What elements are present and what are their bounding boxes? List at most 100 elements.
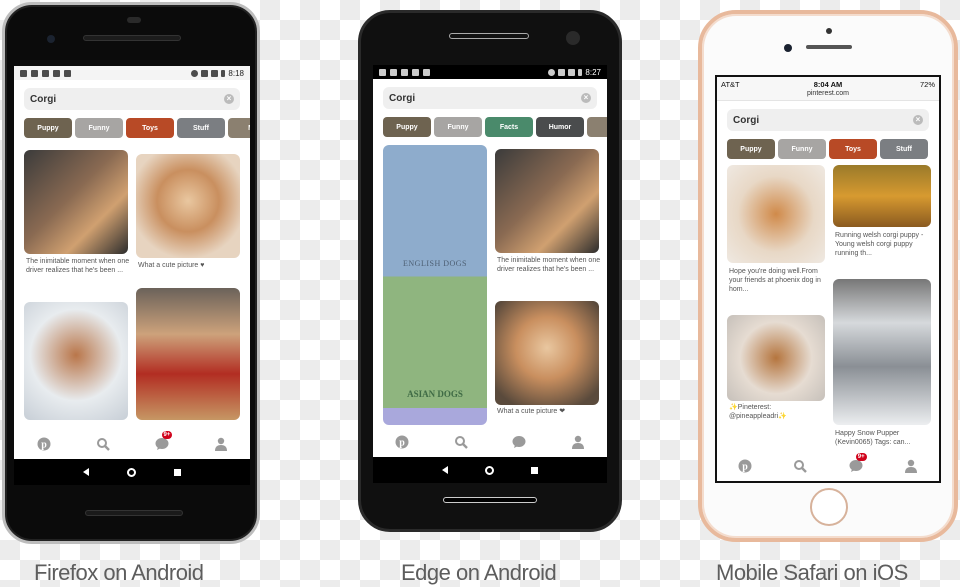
pin-caption: ✨Pineterest: @pineappleadri✨ [729,404,787,420]
notification-icon [53,69,60,77]
pin-image[interactable] [495,301,599,405]
profile-icon[interactable] [904,459,918,473]
search-query: Corgi [30,93,57,105]
status-bar: 8:18 [14,66,250,80]
dog-breeds-poster[interactable]: ENGLISH DOGS ASIAN DOGS [383,145,487,425]
search-query: Corgi [389,92,416,104]
chip-humor[interactable]: Humor [536,117,584,137]
battery-icon [221,69,226,77]
chip-more[interactable]: M [587,117,607,137]
chip-stuff[interactable]: Stuff [177,118,225,138]
notification-icon [423,68,430,76]
notification-icon [31,69,38,77]
chat-icon[interactable] [512,435,526,449]
search-icon[interactable] [454,435,468,449]
android-nav-bar [373,457,607,483]
home-icon[interactable] [484,465,494,475]
url-bar[interactable]: pinterest.com [717,90,939,97]
search-input[interactable]: Corgi × [727,109,929,131]
bottom-tab-bar: p 9+ [717,451,939,481]
android-phone-firefox: 8:18 Corgi × Puppy Funny Toys Stuff Mi T… [2,2,260,544]
notification-icon [379,68,386,76]
pin-image[interactable] [24,302,128,420]
chat-icon [155,438,168,450]
pinterest-home-icon[interactable]: p [395,435,409,449]
earpiece-speaker [449,33,529,39]
chip-funny[interactable]: Funny [75,118,123,138]
browser-screen: 8:27 Corgi × Puppy Funny Facts Humor M E… [373,65,607,457]
sensor [127,17,141,23]
notification-badge: 9+ [161,431,173,439]
pin-grid: ENGLISH DOGS ASIAN DOGS The inimitable m… [373,145,607,457]
android-nav-bar [14,459,250,485]
messages-tab[interactable]: 9+ [155,431,173,451]
profile-icon[interactable] [571,435,585,449]
chip-funny[interactable]: Funny [434,117,482,137]
home-icon[interactable] [127,467,136,477]
front-camera [47,35,55,43]
notification-badge: 9+ [855,453,867,461]
chip-puppy[interactable]: Puppy [383,117,431,137]
caption-firefox: Firefox on Android [34,560,204,585]
recents-icon[interactable] [174,468,181,476]
chip-funny[interactable]: Funny [778,139,826,159]
svg-text:p: p [742,462,748,473]
pin-image[interactable] [136,154,240,258]
recents-icon[interactable] [531,466,539,474]
search-input[interactable]: Corgi × [24,88,240,110]
pin-caption: What a cute picture ♥ [138,262,205,269]
signal-icon [211,69,219,77]
signal-icon [568,68,576,76]
search-icon[interactable] [96,437,110,451]
svg-text:p: p [399,438,405,449]
pin-image[interactable] [833,279,931,425]
notification-icon [20,69,27,77]
notification-icon [64,69,71,77]
clear-icon[interactable]: × [224,94,234,104]
browser-screen: 8:18 Corgi × Puppy Funny Toys Stuff Mi T… [14,66,250,459]
status-time: 8:27 [585,67,601,77]
pin-image[interactable] [727,165,825,263]
chip-toys[interactable]: Toys [829,139,877,159]
back-icon[interactable] [441,466,448,474]
clear-icon[interactable]: × [913,115,923,125]
poster-title: ENGLISH DOGS [403,259,467,268]
back-icon[interactable] [83,468,89,476]
search-icon[interactable] [793,459,808,473]
pin-caption: The inimitable moment when one driver re… [26,258,130,274]
notification-icon [401,68,408,76]
chip-toys[interactable]: Toys [126,118,174,138]
wifi-icon [558,68,566,76]
chip-more[interactable]: Mi [228,118,250,138]
chip-stuff[interactable]: Stuff [880,139,928,159]
status-time: 8:18 [228,68,244,78]
pin-image[interactable] [24,150,128,254]
guided-search-chips: Puppy Funny Toys Stuff Mi [24,118,250,138]
dnd-icon [548,68,556,76]
guided-search-chips: Puppy Funny Toys Stuff [727,139,939,159]
pin-image[interactable] [727,315,825,401]
chip-puppy[interactable]: Puppy [24,118,72,138]
battery-icon [578,68,583,76]
android-phone-edge: 8:27 Corgi × Puppy Funny Facts Humor M E… [358,10,622,532]
pinterest-home-icon[interactable]: p [738,459,752,473]
chip-puppy[interactable]: Puppy [727,139,775,159]
caption-edge: Edge on Android [401,560,557,585]
search-input[interactable]: Corgi × [383,87,597,109]
profile-icon[interactable] [214,437,228,451]
notification-icon [412,68,419,76]
pin-image[interactable] [136,288,240,420]
chip-facts[interactable]: Facts [485,117,533,137]
bottom-speaker [443,497,537,503]
pin-image[interactable] [833,165,931,227]
status-bar: AT&T 8:04 AM 72% pinterest.com [717,77,939,101]
dnd-icon [191,69,199,77]
messages-tab[interactable]: 9+ [849,453,867,473]
chat-icon [849,460,863,472]
clear-icon[interactable]: × [581,93,591,103]
front-camera [566,31,580,45]
home-button[interactable] [810,488,848,526]
pin-image[interactable] [495,149,599,253]
pinterest-home-icon[interactable]: p [37,437,51,451]
pin-grid: The inimitable moment when one driver re… [14,150,250,459]
